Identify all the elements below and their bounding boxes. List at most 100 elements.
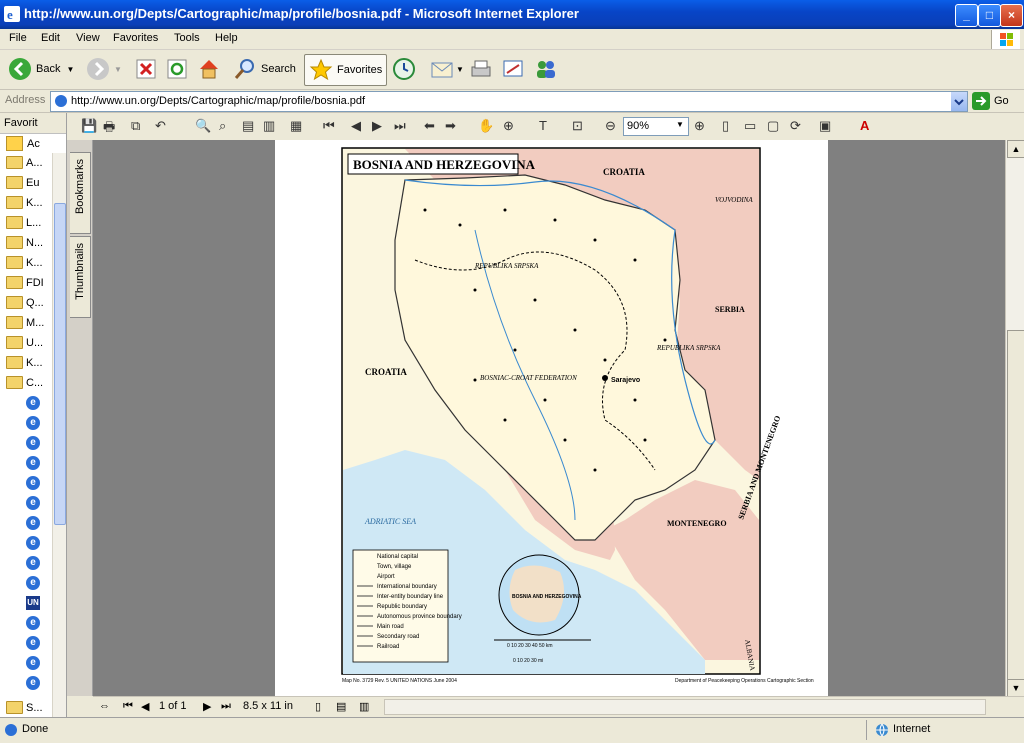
refresh-button[interactable] — [166, 54, 188, 84]
continuous-icon[interactable]: ▤ — [336, 700, 346, 713]
print-button[interactable] — [469, 54, 493, 84]
next-page-icon[interactable]: ▶ — [372, 118, 382, 134]
pages-icon[interactable]: ▦ — [290, 118, 302, 134]
nav-next-icon[interactable]: ▶ — [203, 700, 211, 713]
find-icon[interactable]: 🔍 — [195, 118, 211, 134]
nav-first-icon[interactable]: ⏮ — [123, 700, 133, 713]
horizontal-scrollbar[interactable] — [384, 699, 986, 715]
address-input[interactable]: http://www.un.org/Depts/Cartographic/map… — [50, 91, 968, 112]
snapshot-icon[interactable]: ⊡ — [572, 118, 583, 134]
undo-icon[interactable]: ↶ — [155, 118, 166, 134]
favorites-item[interactable]: U... — [6, 333, 43, 352]
favorites-link[interactable]: e — [6, 613, 40, 632]
mail-button[interactable]: ▼ — [430, 54, 464, 84]
search-doc-icon[interactable]: ⌕ — [219, 118, 226, 134]
menu-tools[interactable]: Tools — [174, 32, 200, 44]
favorites-link[interactable]: e — [6, 553, 40, 572]
prev-view-icon[interactable]: ▤ — [242, 118, 254, 134]
zoom-level-field[interactable]: 90% ▼ — [623, 117, 689, 136]
first-page-icon[interactable]: ⏮ — [323, 118, 335, 134]
menu-view[interactable]: View — [76, 32, 100, 44]
last-page-icon[interactable]: ⏭ — [394, 118, 406, 134]
fit-page-icon[interactable]: ▭ — [744, 118, 756, 134]
pdf-vertical-scrollbar[interactable]: ▲ ▼ — [1005, 140, 1024, 702]
favorites-item[interactable]: A... — [6, 153, 43, 172]
back-dropdown-icon[interactable]: ▼ — [66, 65, 74, 74]
messenger-button[interactable] — [533, 54, 559, 84]
adobe-logo-icon[interactable]: A — [860, 118, 869, 133]
back-view-icon[interactable]: ⬅ — [424, 118, 435, 134]
split-icon[interactable]: ⇔ — [99, 700, 110, 712]
favorites-item[interactable]: K... — [6, 193, 43, 212]
maximize-button[interactable]: □ — [978, 4, 1001, 27]
favorites-item[interactable]: Eu — [6, 173, 39, 192]
search-button[interactable]: Search — [233, 54, 296, 84]
favorites-scrollbar[interactable] — [52, 153, 66, 717]
thumbnails-tab[interactable]: Thumbnails — [70, 236, 91, 318]
favorites-link[interactable]: e — [6, 653, 40, 672]
page-indicator[interactable]: 1 of 1 — [159, 700, 187, 712]
more-tools-icon[interactable]: ▣ — [819, 118, 831, 134]
bookmarks-tab[interactable]: Bookmarks — [70, 152, 91, 234]
save-icon[interactable]: 💾 — [81, 118, 97, 134]
text-select-icon[interactable]: T — [539, 118, 547, 133]
single-page-icon[interactable]: ▯ — [315, 700, 321, 713]
copy-icon[interactable]: ⧉ — [131, 118, 140, 134]
scroll-up-icon[interactable]: ▲ — [1007, 140, 1024, 158]
favorites-link[interactable]: e — [6, 673, 40, 692]
next-view-icon[interactable]: ▥ — [263, 118, 275, 134]
favorites-link[interactable]: e — [6, 493, 40, 512]
favorites-link[interactable]: e — [6, 393, 40, 412]
favorites-item[interactable]: L... — [6, 213, 41, 232]
minimize-button[interactable]: _ — [955, 4, 978, 27]
favorites-item[interactable]: C... — [6, 373, 43, 392]
favorites-item[interactable]: K... — [6, 353, 43, 372]
scroll-thumb[interactable] — [54, 203, 66, 525]
menu-file[interactable]: File — [9, 32, 27, 44]
favorites-link[interactable]: e — [6, 573, 40, 592]
actual-size-icon[interactable]: ▯ — [722, 118, 729, 134]
rotate-icon[interactable]: ⟳ — [790, 118, 801, 134]
fit-width-icon[interactable]: ▢ — [767, 118, 779, 134]
zoom-out-icon[interactable]: ⊖ — [605, 118, 616, 134]
favorites-button[interactable]: Favorites — [304, 54, 388, 86]
nav-prev-icon[interactable]: ◀ — [141, 700, 149, 713]
favorites-link[interactable]: UN — [6, 593, 40, 612]
close-button[interactable]: × — [1000, 4, 1023, 27]
favorites-link[interactable]: e — [6, 433, 40, 452]
forward-dropdown-icon[interactable]: ▼ — [114, 65, 122, 74]
favorites-link[interactable]: e — [6, 533, 40, 552]
favorites-item[interactable]: N... — [6, 233, 43, 252]
zoom-tool-icon[interactable]: ⊕ — [503, 118, 514, 134]
scroll-thumb[interactable] — [1007, 330, 1024, 702]
edit-button[interactable] — [501, 54, 525, 84]
favorites-item[interactable]: FDI — [6, 273, 44, 292]
hand-tool-icon[interactable]: ✋ — [478, 118, 494, 134]
favorites-link[interactable]: e — [6, 513, 40, 532]
favorites-link[interactable]: e — [6, 633, 40, 652]
pdf-document-area[interactable]: BOSNIA AND HERZEGOVINA CROATIA CROATIA S… — [93, 140, 1005, 696]
favorites-link[interactable]: e — [6, 473, 40, 492]
favorites-link[interactable]: e — [6, 413, 40, 432]
facing-icon[interactable]: ▥ — [359, 700, 369, 713]
print-icon[interactable]: 🖶 — [103, 118, 115, 140]
scroll-down-icon[interactable]: ▼ — [1007, 679, 1024, 697]
forward-view-icon[interactable]: ➡ — [445, 118, 456, 134]
zoom-dropdown-icon[interactable]: ▼ — [676, 120, 684, 129]
menu-favorites[interactable]: Favorites — [113, 32, 158, 44]
favorites-item[interactable]: M... — [6, 313, 44, 332]
go-button[interactable]: Go — [972, 92, 1009, 110]
menu-help[interactable]: Help — [215, 32, 238, 44]
stop-button[interactable] — [135, 54, 157, 84]
favorites-item[interactable]: Q... — [6, 293, 44, 312]
mail-dropdown-icon[interactable]: ▼ — [456, 65, 464, 74]
favorites-item[interactable]: S... — [6, 698, 43, 717]
prev-page-icon[interactable]: ◀ — [351, 118, 361, 134]
favorites-link[interactable]: e — [6, 453, 40, 472]
forward-button[interactable]: ▼ — [86, 54, 122, 84]
add-favorite-button[interactable]: Ac — [6, 134, 40, 153]
history-button[interactable] — [392, 54, 416, 84]
address-dropdown[interactable] — [951, 92, 967, 111]
favorites-item[interactable]: K... — [6, 253, 43, 272]
home-button[interactable] — [197, 54, 221, 84]
